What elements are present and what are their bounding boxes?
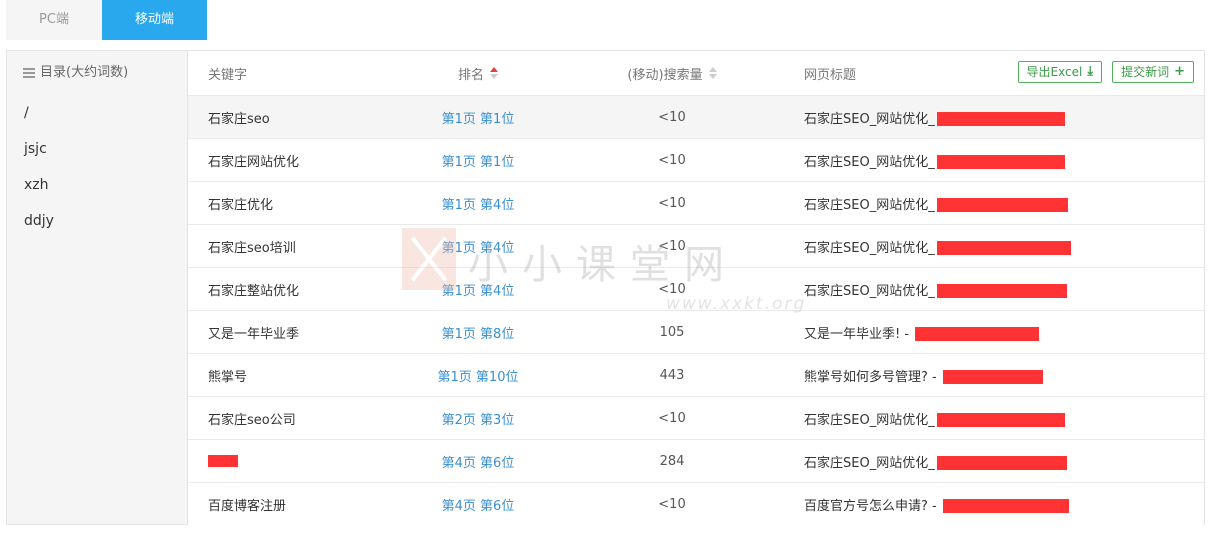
row-page-title: 石家庄SEO_网站优化_ <box>804 412 935 428</box>
row-page-title: 石家庄SEO_网站优化_ <box>804 283 935 299</box>
rank-link[interactable]: 第4页 第6位 <box>442 456 515 471</box>
directory-list: / jsjc xzh ddjy <box>7 95 187 239</box>
row-volume: 284 <box>659 453 685 469</box>
keyword-table: 关键字 排名 (移动)搜索量 网页标题 导出Excel ⤓ 提交新词 + 石家庄… <box>188 51 1204 525</box>
row-keyword: 熊掌号 <box>208 369 248 385</box>
directory-item-ddjy[interactable]: ddjy <box>7 203 187 239</box>
redaction-block <box>208 455 238 467</box>
row-page-title: 石家庄SEO_网站优化_ <box>804 154 935 170</box>
row-volume: <10 <box>658 109 686 125</box>
rank-link[interactable]: 第1页 第10位 <box>438 370 519 385</box>
add-keyword-label: 提交新词 <box>1121 65 1170 79</box>
sort-icon[interactable] <box>708 67 717 79</box>
header-keyword: 关键字 <box>208 67 248 83</box>
row-keyword: 石家庄seo <box>208 111 270 127</box>
row-page-title: 又是一年毕业季! - <box>804 326 914 342</box>
table-row: 石家庄seo培训 第1页 第4位 <10 石家庄SEO_网站优化_ <box>188 224 1204 267</box>
redaction-block <box>936 112 1065 126</box>
rank-link[interactable]: 第1页 第8位 <box>442 327 515 342</box>
list-icon <box>23 68 35 78</box>
header-volume-label: (移动)搜索量 <box>627 67 703 83</box>
table-row: 石家庄整站优化 第1页 第4位 <10 石家庄SEO_网站优化_ <box>188 267 1204 310</box>
table-row: 石家庄网站优化 第1页 第1位 <10 石家庄SEO_网站优化_ <box>188 138 1204 181</box>
table-actions: 导出Excel ⤓ 提交新词 + <box>1017 61 1194 83</box>
directory-sidebar: 目录(大约词数) / jsjc xzh ddjy <box>7 51 188 524</box>
tab-mobile[interactable]: 移动端 <box>102 0 207 40</box>
rank-link[interactable]: 第1页 第1位 <box>442 112 515 127</box>
row-volume: <10 <box>658 281 686 297</box>
directory-item-xzh[interactable]: xzh <box>7 167 187 203</box>
table-row: 石家庄seo公司 第2页 第3位 <10 石家庄SEO_网站优化_ <box>188 396 1204 439</box>
row-volume: <10 <box>658 152 686 168</box>
rank-link[interactable]: 第4页 第6位 <box>442 499 515 514</box>
rank-link[interactable]: 第1页 第4位 <box>442 284 515 299</box>
keyword-panel: 目录(大约词数) / jsjc xzh ddjy 关键字 排名 (移动)搜索量 … <box>6 50 1205 525</box>
rank-link[interactable]: 第1页 第4位 <box>442 198 515 213</box>
row-keyword: 石家庄整站优化 <box>208 283 300 299</box>
redaction-block <box>936 198 1068 212</box>
sidebar-title: 目录(大约词数) <box>7 51 187 95</box>
row-keyword: 石家庄seo培训 <box>208 240 296 256</box>
redaction-block <box>915 327 1040 341</box>
redaction-block <box>942 370 1043 384</box>
row-keyword <box>188 454 404 469</box>
redaction-block <box>936 155 1065 169</box>
row-keyword: 百度博客注册 <box>208 498 287 514</box>
row-keyword: 石家庄优化 <box>208 197 274 213</box>
tab-pc[interactable]: PC端 <box>6 0 102 40</box>
row-page-title: 石家庄SEO_网站优化_ <box>804 240 935 256</box>
add-keyword-button[interactable]: 提交新词 + <box>1112 61 1194 83</box>
sort-icon[interactable] <box>490 67 498 79</box>
sidebar-title-label: 目录(大约词数) <box>40 65 129 80</box>
directory-item-jsjc[interactable]: jsjc <box>7 131 187 167</box>
table-row: 石家庄优化 第1页 第4位 <10 石家庄SEO_网站优化_ <box>188 181 1204 224</box>
rank-link[interactable]: 第1页 第1位 <box>442 155 515 170</box>
row-page-title: 石家庄SEO_网站优化_ <box>804 197 935 213</box>
row-volume: <10 <box>658 195 686 211</box>
redaction-block <box>936 284 1067 298</box>
table-row: 又是一年毕业季 第1页 第8位 105 又是一年毕业季! - <box>188 310 1204 353</box>
row-keyword: 石家庄网站优化 <box>208 154 300 170</box>
row-keyword: 又是一年毕业季 <box>208 326 300 342</box>
row-page-title: 百度官方号怎么申请? - <box>804 498 941 514</box>
row-page-title: 熊掌号如何多号管理? - <box>804 369 941 385</box>
header-rank-label: 排名 <box>457 67 484 83</box>
table-row: 石家庄seo 第1页 第1位 <10 石家庄SEO_网站优化_ <box>188 95 1204 138</box>
rank-link[interactable]: 第1页 第4位 <box>442 241 515 256</box>
platform-tabs: PC端 移动端 <box>6 0 207 40</box>
row-keyword: 石家庄seo公司 <box>208 412 296 428</box>
directory-item-root[interactable]: / <box>7 95 187 131</box>
redaction-block <box>936 413 1065 427</box>
redaction-block <box>936 241 1071 255</box>
row-page-title: 石家庄SEO_网站优化_ <box>804 455 935 471</box>
row-page-title: 石家庄SEO_网站优化_ <box>804 111 935 127</box>
redaction-block <box>942 499 1069 513</box>
header-rank[interactable]: 排名 <box>404 64 552 83</box>
row-volume: 443 <box>659 367 685 383</box>
export-excel-label: 导出Excel <box>1026 65 1083 79</box>
header-volume[interactable]: (移动)搜索量 <box>552 64 792 83</box>
table-row: 熊掌号 第1页 第10位 443 熊掌号如何多号管理? - <box>188 353 1204 396</box>
row-volume: <10 <box>658 238 686 254</box>
table-row: 百度博客注册 第4页 第6位 <10 百度官方号怎么申请? - <box>188 482 1204 525</box>
download-icon: ⤓ <box>1087 64 1094 79</box>
row-volume: 105 <box>659 324 685 340</box>
redaction-block <box>936 456 1067 470</box>
export-excel-button[interactable]: 导出Excel ⤓ <box>1017 61 1103 83</box>
plus-icon: + <box>1174 64 1185 79</box>
rank-link[interactable]: 第2页 第3位 <box>442 413 515 428</box>
row-volume: <10 <box>658 410 686 426</box>
row-volume: <10 <box>658 496 686 512</box>
table-row: 第4页 第6位 284 石家庄SEO_网站优化_ <box>188 439 1204 482</box>
